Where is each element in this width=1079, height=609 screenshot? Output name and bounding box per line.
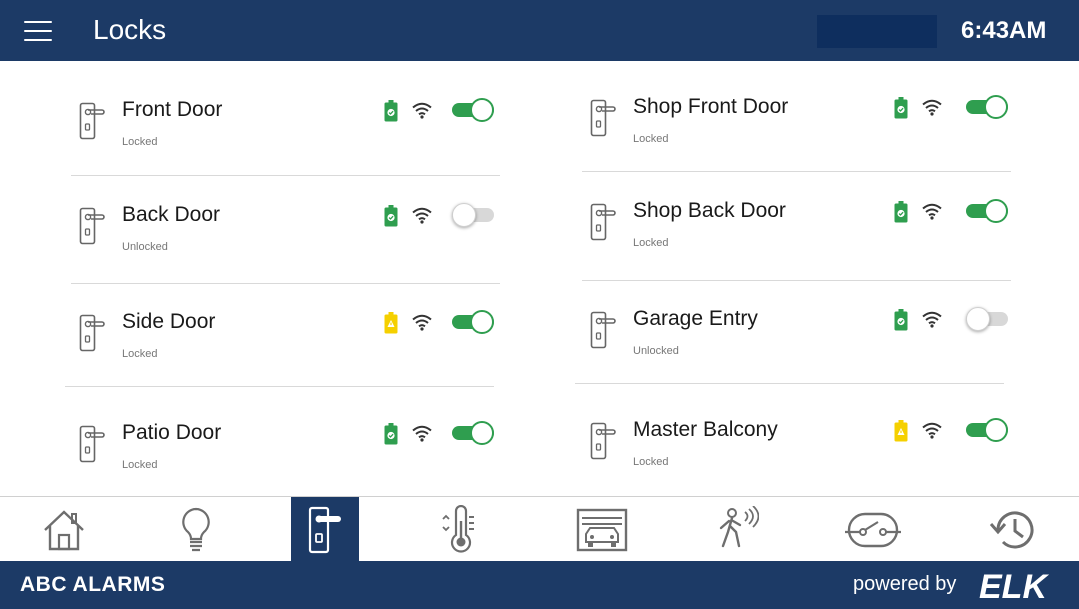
powered-by-text: powered by <box>853 573 957 595</box>
door-handle-icon <box>590 422 616 460</box>
elk-logo: ELK <box>979 568 1049 603</box>
door-handle-icon <box>79 425 105 463</box>
lock-row: Shop Back Door Locked <box>590 197 1016 257</box>
clock: 6:43AM <box>961 17 1047 44</box>
bottom-tab-bar <box>0 496 1079 562</box>
lock-name: Side Door <box>122 310 216 333</box>
lock-status: Locked <box>633 237 669 249</box>
lock-name: Patio Door <box>122 421 222 444</box>
footer-bar: ABC ALARMS powered by ELK <box>0 561 1079 609</box>
row-divider <box>71 175 500 176</box>
tab-switch[interactable] <box>839 497 907 562</box>
row-divider <box>582 280 1011 281</box>
lock-toggle[interactable] <box>966 307 1008 331</box>
tab-lightbulb[interactable] <box>162 497 230 562</box>
tab-thermostat[interactable] <box>426 497 494 562</box>
lock-name: Shop Back Door <box>633 199 786 222</box>
door-handle-icon <box>590 203 616 241</box>
lock-status: Unlocked <box>633 345 679 357</box>
door-handle-icon <box>590 99 616 137</box>
brand-name: ABC ALARMS <box>20 573 166 596</box>
wifi-signal-icon <box>412 207 432 224</box>
switch-icon <box>845 512 901 547</box>
lock-status: Locked <box>122 136 158 148</box>
tab-history[interactable] <box>979 497 1047 562</box>
lock-name: Shop Front Door <box>633 95 789 118</box>
battery-ok-icon <box>894 309 908 331</box>
lock-row: Patio Door Locked <box>79 419 502 479</box>
wifi-signal-icon <box>412 102 432 119</box>
battery-low-icon <box>384 312 398 334</box>
wifi-signal-icon <box>922 422 942 439</box>
lock-row: Shop Front Door Locked <box>590 93 1016 153</box>
lock-name: Back Door <box>122 203 221 226</box>
lock-name: Garage Entry <box>633 307 758 330</box>
wifi-signal-icon <box>922 203 942 220</box>
row-divider <box>582 171 1011 172</box>
battery-ok-icon <box>384 205 398 227</box>
tab-door-lock[interactable] <box>291 497 359 562</box>
door-handle-icon <box>79 314 105 352</box>
history-icon <box>989 510 1034 548</box>
header-bar: Locks 6:43AM <box>0 0 1079 61</box>
lock-name: Master Balcony <box>633 418 778 441</box>
hamburger-menu-icon[interactable] <box>24 21 52 43</box>
motion-sensor-icon <box>719 505 759 547</box>
lock-toggle[interactable] <box>966 418 1008 442</box>
door-handle-icon <box>79 207 105 245</box>
lock-name: Front Door <box>122 98 223 121</box>
row-divider <box>65 386 494 387</box>
row-divider <box>575 383 1004 384</box>
lock-row: Garage Entry Unlocked <box>590 305 1016 365</box>
lock-row: Side Door Locked <box>79 308 502 368</box>
thermostat-icon <box>442 504 474 553</box>
battery-ok-icon <box>894 97 908 119</box>
home-icon <box>44 509 84 550</box>
wifi-signal-icon <box>922 311 942 328</box>
door-handle-icon <box>590 311 616 349</box>
wifi-signal-icon <box>412 314 432 331</box>
wifi-signal-icon <box>412 425 432 442</box>
lock-row: Back Door Unlocked <box>79 201 502 261</box>
battery-ok-icon <box>384 100 398 122</box>
lock-toggle[interactable] <box>452 421 494 445</box>
battery-ok-icon <box>894 201 908 223</box>
redacted-area <box>817 15 937 48</box>
tab-garage[interactable] <box>568 497 636 562</box>
door-lock-icon <box>308 506 341 553</box>
lock-status: Locked <box>122 459 158 471</box>
lock-toggle[interactable] <box>452 203 494 227</box>
door-handle-icon <box>79 102 105 140</box>
lock-toggle[interactable] <box>452 310 494 334</box>
battery-ok-icon <box>384 423 398 445</box>
row-divider <box>71 283 500 284</box>
tab-motion-sensor[interactable] <box>703 497 771 562</box>
svg-text:ELK: ELK <box>979 568 1049 603</box>
lock-row: Front Door Locked <box>79 96 502 156</box>
lock-toggle[interactable] <box>966 199 1008 223</box>
garage-icon <box>576 508 628 551</box>
lock-toggle[interactable] <box>966 95 1008 119</box>
wifi-signal-icon <box>922 99 942 116</box>
lock-row: Master Balcony Locked <box>590 416 1016 476</box>
lock-status: Unlocked <box>122 241 168 253</box>
page-title: Locks <box>93 14 167 45</box>
tab-home[interactable] <box>30 497 98 562</box>
lock-toggle[interactable] <box>452 98 494 122</box>
lock-status: Locked <box>633 456 669 468</box>
battery-low-icon <box>894 420 908 442</box>
lock-status: Locked <box>122 348 158 360</box>
lightbulb-icon <box>182 507 210 551</box>
lock-status: Locked <box>633 133 669 145</box>
